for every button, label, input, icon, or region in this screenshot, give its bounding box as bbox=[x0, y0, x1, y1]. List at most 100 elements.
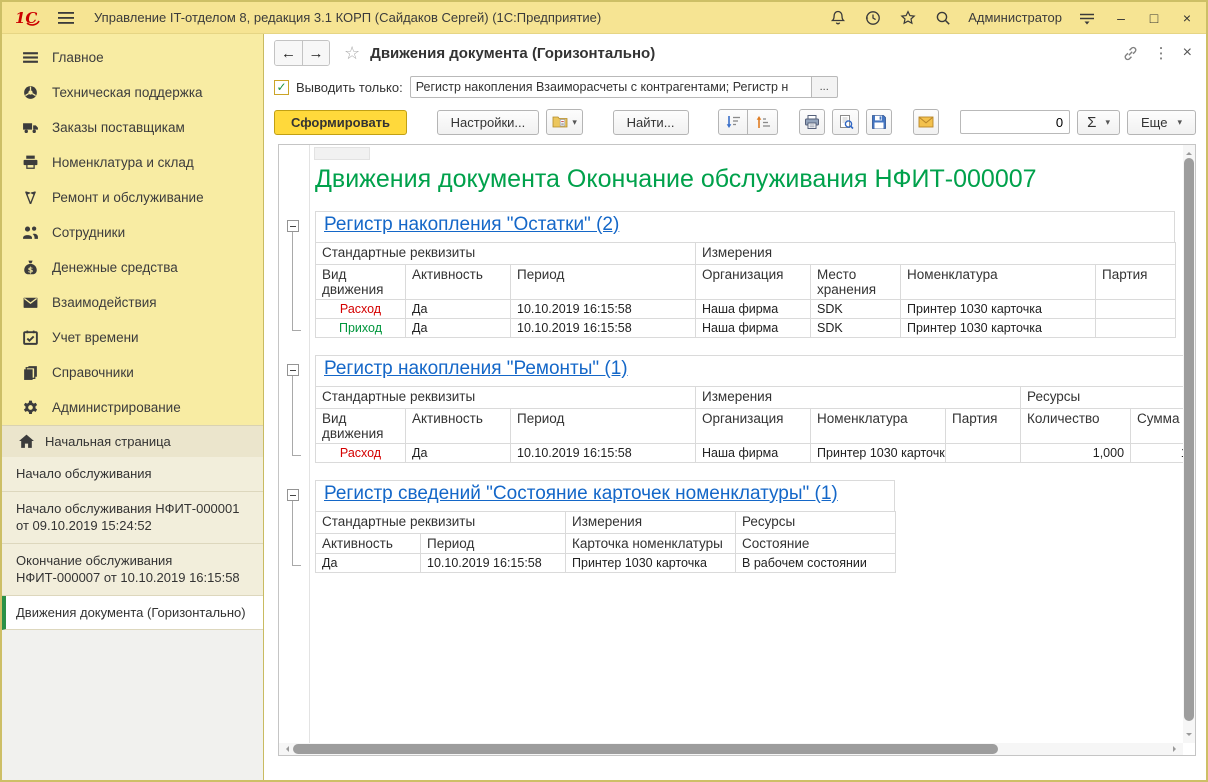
column-header-cell: Номенклатура bbox=[901, 265, 1096, 300]
back-button[interactable]: ← bbox=[275, 41, 302, 65]
current-user[interactable]: Администратор bbox=[968, 10, 1062, 25]
window-tab[interactable]: Движения документа (Горизонтально) bbox=[2, 596, 263, 631]
column-header-cell: Сумма bbox=[1131, 409, 1183, 444]
sum-function-button[interactable]: Σ ▾ bbox=[1077, 110, 1120, 135]
autosum-field[interactable] bbox=[960, 110, 1070, 134]
column-header-cell: Активность bbox=[406, 409, 511, 444]
table-cell: 10.10.2019 16:15:58 bbox=[421, 554, 566, 573]
table-cell: SDK bbox=[811, 300, 901, 319]
favorites-star-icon[interactable] bbox=[898, 8, 918, 28]
sidebar-item-catalogs[interactable]: Справочники bbox=[2, 355, 263, 390]
sidebar-item-label: Взаимодействия bbox=[52, 295, 157, 310]
sidebar-item-repair[interactable]: Ремонт и обслуживание bbox=[2, 180, 263, 215]
sidebar-item-stock[interactable]: Номенклатура и склад bbox=[2, 145, 263, 180]
form-header: ← → ☆ Движения документа (Горизонтально)… bbox=[264, 34, 1206, 72]
notifications-bell-icon[interactable] bbox=[828, 8, 848, 28]
table-cell: SDK bbox=[811, 319, 901, 338]
column-header-cell: Период bbox=[421, 534, 566, 554]
filter-choose-button[interactable]: ... bbox=[812, 76, 838, 98]
forward-button[interactable]: → bbox=[302, 41, 329, 65]
collapse-groups-button[interactable] bbox=[718, 109, 748, 135]
report-canvas: Движения документа Окончание обслуживани… bbox=[279, 145, 1183, 743]
column-header-cell: Вид движения bbox=[316, 265, 406, 300]
group-header-cell: Измерения bbox=[696, 387, 1021, 409]
group-header-cell: Измерения bbox=[566, 512, 736, 534]
table-cell: Да bbox=[406, 444, 511, 463]
horizontal-scrollbar[interactable] bbox=[279, 743, 1183, 755]
history-icon[interactable] bbox=[863, 8, 883, 28]
send-email-button[interactable] bbox=[913, 109, 939, 135]
table-cell: Принтер 1030 карточка bbox=[901, 300, 1096, 319]
sidebar-item-orders[interactable]: Заказы поставщикам bbox=[2, 110, 263, 145]
window-tab[interactable]: Окончание обслуживания НФИТ-000007 от 10… bbox=[2, 544, 263, 596]
section-link[interactable]: Регистр накопления "Остатки" (2) bbox=[324, 214, 619, 235]
column-header-cell: Активность bbox=[316, 534, 421, 554]
column-header-cell: Партия bbox=[946, 409, 1021, 444]
menu-icon bbox=[22, 49, 39, 66]
collapse-group-line bbox=[292, 376, 301, 456]
filter-value-input[interactable] bbox=[410, 76, 812, 98]
books-icon bbox=[22, 364, 39, 381]
collapse-group-button[interactable] bbox=[287, 489, 299, 501]
main-menu-icon[interactable] bbox=[56, 8, 76, 28]
window-tab[interactable]: Начало обслуживания bbox=[2, 457, 263, 492]
vertical-scrollbar-thumb[interactable] bbox=[1184, 158, 1194, 721]
find-button[interactable]: Найти... bbox=[613, 110, 689, 135]
collapse-group-button[interactable] bbox=[287, 364, 299, 376]
horizontal-scrollbar-thumb[interactable] bbox=[293, 744, 998, 754]
expand-groups-button[interactable] bbox=[748, 109, 778, 135]
service-menu-icon[interactable] bbox=[1077, 8, 1097, 28]
get-link-icon[interactable] bbox=[1122, 44, 1140, 62]
more-actions-button[interactable]: Еще ▾ bbox=[1127, 110, 1196, 135]
window-tab[interactable]: Начало обслуживания НФИТ-000001 от 09.10… bbox=[2, 492, 263, 544]
report-section: Регистр накопления "Остатки" (2)Стандарт… bbox=[315, 211, 1183, 338]
table-cell bbox=[946, 444, 1021, 463]
add-favorite-star-icon[interactable]: ☆ bbox=[344, 43, 360, 64]
report-view: Движения документа Окончание обслуживани… bbox=[313, 145, 1183, 573]
column-header-cell: Номенклатура bbox=[811, 409, 946, 444]
report-variants-button[interactable]: ▾ bbox=[546, 109, 583, 135]
maximize-button[interactable]: □ bbox=[1145, 10, 1163, 26]
column-header-cell: Партия bbox=[1096, 265, 1176, 300]
column-header-cell: Период bbox=[511, 409, 696, 444]
print-button[interactable] bbox=[799, 109, 825, 135]
section-link[interactable]: Регистр сведений "Состояние карточек ном… bbox=[324, 483, 838, 504]
sidebar-item-staff[interactable]: Сотрудники bbox=[2, 215, 263, 250]
envelope-icon bbox=[22, 294, 39, 311]
sidebar-item-admin[interactable]: Администрирование bbox=[2, 390, 263, 425]
preview-button[interactable] bbox=[832, 109, 858, 135]
sort-descending-icon bbox=[725, 114, 741, 130]
generate-button[interactable]: Сформировать bbox=[274, 110, 407, 135]
window-title: Управление IT-отделом 8, редакция 3.1 КО… bbox=[94, 10, 601, 25]
section-heading: Регистр накопления "Ремонты" (1) bbox=[315, 355, 1183, 386]
table-row: РасходДа10.10.2019 16:15:58Наша фирмаПри… bbox=[316, 444, 1184, 463]
sidebar-item-label: Номенклатура и склад bbox=[52, 155, 194, 170]
settings-button[interactable]: Настройки... bbox=[437, 110, 540, 135]
sidebar-item-home[interactable]: Начальная страница bbox=[2, 425, 263, 457]
sidebar-item-time[interactable]: Учет времени bbox=[2, 320, 263, 355]
filter-checkbox[interactable]: ✓ bbox=[274, 80, 289, 95]
column-header-cell: Количество bbox=[1021, 409, 1131, 444]
more-menu-kebab-icon[interactable]: ⋮ bbox=[1154, 44, 1169, 62]
minimize-button[interactable]: – bbox=[1112, 10, 1130, 26]
search-icon[interactable] bbox=[933, 8, 953, 28]
column-header-cell: Период bbox=[511, 265, 696, 300]
vertical-scrollbar[interactable] bbox=[1183, 145, 1195, 743]
sidebar-item-interactions[interactable]: Взаимодействия bbox=[2, 285, 263, 320]
svg-text:$: $ bbox=[28, 265, 34, 274]
sidebar-item-money[interactable]: $Денежные средства bbox=[2, 250, 263, 285]
group-header-cell: Ресурсы bbox=[1021, 387, 1183, 409]
calendar-check-icon bbox=[22, 329, 39, 346]
group-header-cell: Измерения bbox=[696, 243, 1176, 265]
collapse-group-button[interactable] bbox=[287, 220, 299, 232]
column-header-cell: Организация bbox=[696, 409, 811, 444]
sidebar-item-support[interactable]: Техническая поддержка bbox=[2, 75, 263, 110]
group-header-cell: Стандартные реквизиты bbox=[316, 512, 566, 534]
main-area: ← → ☆ Движения документа (Горизонтально)… bbox=[264, 34, 1206, 780]
save-button[interactable] bbox=[866, 109, 892, 135]
section-table: Стандартные реквизитыИзмеренияРесурсыВид… bbox=[315, 386, 1183, 463]
sidebar-item-main[interactable]: Главное bbox=[2, 40, 263, 75]
close-app-button[interactable]: × bbox=[1178, 10, 1196, 26]
close-form-button[interactable]: × bbox=[1183, 44, 1192, 62]
section-link[interactable]: Регистр накопления "Ремонты" (1) bbox=[324, 358, 628, 379]
